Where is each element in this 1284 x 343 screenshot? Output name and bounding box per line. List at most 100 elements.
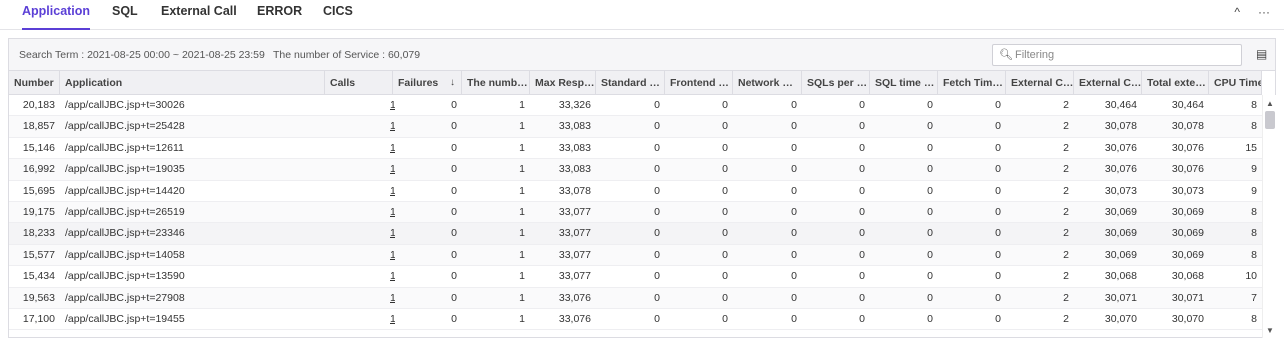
table-cell: 0 — [791, 205, 797, 218]
table-cell: 0 — [927, 99, 933, 111]
column-header[interactable]: Frontend … — [665, 71, 733, 95]
table-cell: 30,078 — [1171, 120, 1204, 133]
table-cell: 0 — [927, 312, 933, 325]
columns-icon[interactable]: ▤ — [1256, 47, 1267, 61]
table-cell: 0 — [722, 312, 728, 325]
column-header[interactable]: External C… — [1074, 71, 1142, 95]
calls-link[interactable]: 1 — [325, 202, 395, 223]
scroll-down-icon[interactable]: ▼ — [1266, 326, 1274, 335]
table-row[interactable]: 17,100/app/callJBC.jsp+t=19455 1 0 1 33,076 0… — [9, 309, 1262, 331]
table-cell: 8 — [1251, 99, 1257, 111]
table-cell: 0 — [995, 291, 1001, 304]
column-header[interactable]: SQLs per … — [802, 71, 870, 95]
vertical-scrollbar[interactable]: ▲ ▼ — [1262, 95, 1276, 338]
table-cell: 0 — [859, 270, 865, 283]
table-cell: 8 — [1251, 312, 1257, 325]
table-cell: 0 — [995, 163, 1001, 176]
calls-link[interactable]: 1 — [325, 181, 395, 202]
tab-external-call[interactable]: External Call — [161, 4, 237, 30]
table-row[interactable]: 15,577/app/callJBC.jsp+t=14058 1 0 1 33,077 0… — [9, 244, 1262, 267]
tab-cics[interactable]: CICS — [323, 4, 353, 30]
table-cell: 0 — [995, 312, 1001, 325]
column-header[interactable]: Standard … — [596, 71, 665, 95]
calls-link[interactable]: 1 — [325, 116, 395, 137]
table-cell: 0 — [451, 184, 457, 197]
calls-link[interactable]: 1 — [325, 288, 395, 309]
table-cell: 30,069 — [1104, 205, 1137, 218]
table-cell: 33,083 — [558, 120, 591, 133]
table-cell: 0 — [995, 248, 1001, 261]
table-cell: 30,068 — [1104, 270, 1137, 283]
calls-link[interactable]: 1 — [325, 223, 395, 244]
table-cell: 15,695 — [22, 184, 55, 197]
table-cell: 0 — [927, 141, 933, 154]
table-row[interactable]: 20,183/app/callJBC.jsp+t=30026 1 0 1 33,326 0… — [9, 95, 1262, 117]
table-cell: /app/callJBC.jsp+t=19035 — [65, 163, 185, 176]
column-header[interactable]: The numb… — [462, 71, 530, 95]
table-cell: 0 — [859, 312, 865, 325]
column-header[interactable]: CPU Time … — [1209, 71, 1262, 95]
table-row[interactable]: 15,434/app/callJBC.jsp+t=13590 1 0 1 33,077 0… — [9, 266, 1262, 288]
table-row[interactable]: 15,695/app/callJBC.jsp+t=14420 1 0 1 33,078 0… — [9, 181, 1262, 202]
table-cell: 30,076 — [1104, 141, 1137, 154]
table-row[interactable]: 18,233/app/callJBC.jsp+t=23346 1 0 1 33,077 0… — [9, 223, 1262, 245]
calls-link[interactable]: 1 — [325, 95, 395, 116]
table-cell: 0 — [722, 291, 728, 304]
table-row[interactable]: 19,563/app/callJBC.jsp+t=27908 1 0 1 33,076 0… — [9, 287, 1262, 309]
table-cell: 0 — [995, 120, 1001, 133]
column-header[interactable]: Network … — [733, 71, 802, 95]
scroll-thumb[interactable] — [1265, 111, 1275, 129]
column-header[interactable]: Fetch Tim… — [938, 71, 1006, 95]
table-row[interactable]: 16,992/app/callJBC.jsp+t=19035 1 0 1 33,083 0… — [9, 159, 1262, 181]
table-cell: 19,563 — [22, 291, 55, 304]
collapse-icon[interactable]: ^ — [1234, 5, 1240, 19]
tab-error[interactable]: ERROR — [257, 4, 302, 30]
table-cell: 2 — [1063, 163, 1069, 176]
table-cell: 10 — [1245, 270, 1257, 283]
column-header[interactable]: Total exte… — [1142, 71, 1209, 95]
table-cell: 0 — [791, 291, 797, 304]
table-cell: 33,076 — [558, 312, 591, 325]
table-row[interactable]: 18,857/app/callJBC.jsp+t=25428 1 0 1 33,083 0… — [9, 116, 1262, 138]
table-cell: 1 — [519, 291, 525, 304]
table-cell: 1 — [519, 227, 525, 240]
calls-link[interactable]: 1 — [325, 266, 395, 287]
scroll-up-icon[interactable]: ▲ — [1266, 99, 1274, 108]
table-cell: 0 — [859, 248, 865, 261]
table-cell: 0 — [722, 205, 728, 218]
table-row[interactable]: 15,146/app/callJBC.jsp+t=12611 1 0 1 33,083 0… — [9, 138, 1262, 160]
table-cell: /app/callJBC.jsp+t=30026 — [65, 99, 185, 111]
table-cell: 0 — [654, 163, 660, 176]
filter-input[interactable] — [1015, 47, 1235, 63]
table-cell: 30,071 — [1171, 291, 1204, 304]
column-header[interactable]: SQL time … — [870, 71, 938, 95]
table-body: 20,183/app/callJBC.jsp+t=30026 1 0 1 33,326 0… — [9, 95, 1262, 331]
search-icon: 🔍︎ — [999, 49, 1013, 61]
table-cell: 33,077 — [558, 205, 591, 218]
tab-application[interactable]: Application — [22, 4, 91, 30]
calls-link[interactable]: 1 — [325, 245, 395, 266]
table-cell: 0 — [791, 163, 797, 176]
table-cell: 0 — [654, 141, 660, 154]
column-header[interactable]: Failures ↓ — [393, 71, 462, 95]
column-header[interactable]: Application — [60, 71, 325, 95]
table-cell: 0 — [722, 99, 728, 111]
sort-down-icon[interactable]: ↓ — [450, 71, 455, 95]
column-header[interactable]: Max Resp… — [530, 71, 596, 95]
filter-box[interactable]: 🔍︎ — [992, 44, 1242, 66]
calls-link[interactable]: 1 — [325, 138, 395, 159]
calls-link[interactable]: 1 — [325, 309, 395, 330]
column-header[interactable]: Number — [9, 71, 60, 95]
tab-sql[interactable]: SQL — [112, 4, 138, 30]
table-cell: 0 — [859, 291, 865, 304]
table-cell: 33,326 — [558, 99, 591, 111]
table-cell: 1 — [519, 184, 525, 197]
more-options-icon[interactable]: ··· — [1258, 5, 1270, 19]
table-cell: 2 — [1063, 270, 1069, 283]
calls-link[interactable]: 1 — [325, 159, 395, 180]
column-header[interactable]: External C… — [1006, 71, 1074, 95]
table-cell: 0 — [722, 184, 728, 197]
table-cell: 0 — [791, 270, 797, 283]
column-header[interactable]: Calls — [325, 71, 393, 95]
table-row[interactable]: 19,175/app/callJBC.jsp+t=26519 1 0 1 33,077 0… — [9, 201, 1262, 224]
